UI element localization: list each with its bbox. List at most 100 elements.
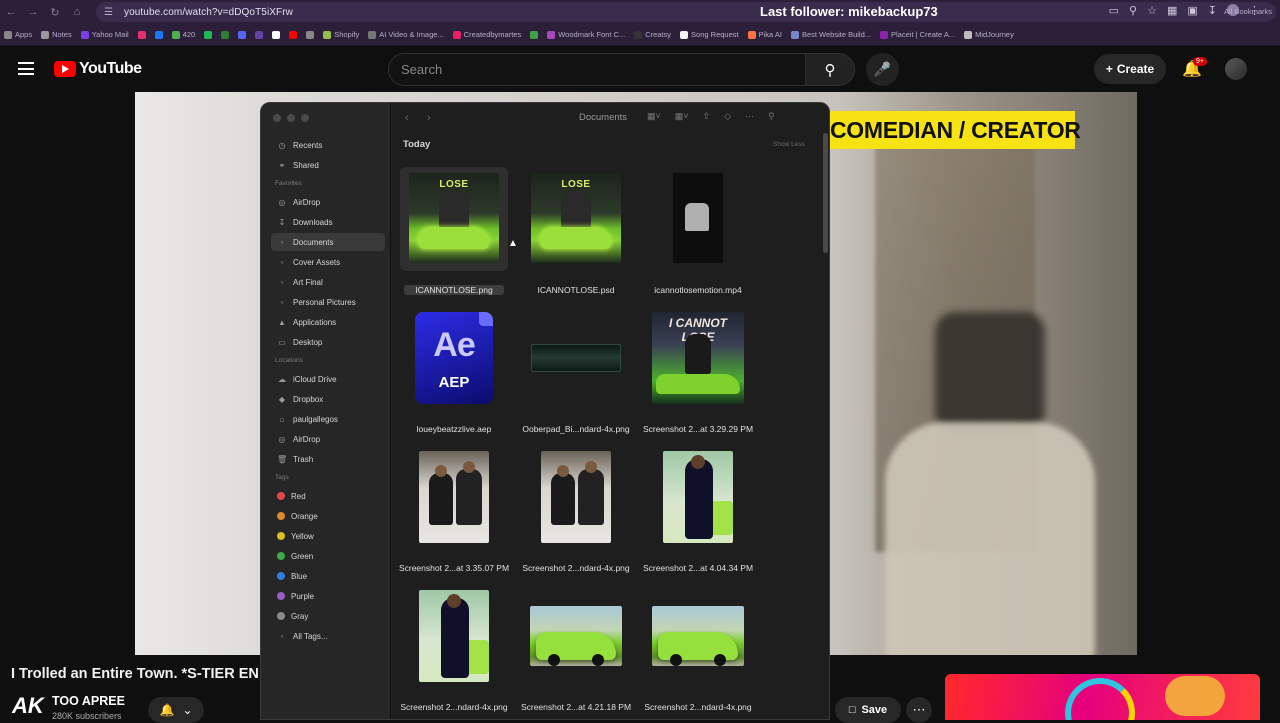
star-icon[interactable]: ☆: [1147, 4, 1157, 17]
sidebar-item-documents[interactable]: ▫ Documents: [271, 233, 385, 251]
tag-green[interactable]: Green: [271, 547, 385, 565]
menu-icon[interactable]: [18, 62, 34, 75]
more-actions-icon[interactable]: ⋯: [906, 697, 932, 723]
youtube-logo[interactable]: YouTube: [54, 60, 142, 78]
address-bar[interactable]: ☰ youtube.com/watch?v=dDQoT5iXFrw: [96, 2, 1276, 22]
bookmark-item[interactable]: 420: [171, 30, 195, 39]
create-button[interactable]: + Create: [1094, 54, 1166, 84]
sidebar-item-dropbox[interactable]: ◆ Dropbox: [271, 390, 385, 408]
sidebar-icon[interactable]: ▣: [1187, 4, 1197, 17]
share-icon[interactable]: ⇧: [703, 111, 711, 122]
file-item[interactable]: LOSE ICANNOTLOSE.psd: [516, 173, 636, 303]
view-grid-icon[interactable]: ▦˅: [647, 111, 661, 122]
microphone-icon[interactable]: 🎤: [866, 53, 899, 86]
download-icon[interactable]: ↧: [1208, 4, 1217, 17]
file-name[interactable]: ICANNOTLOSE.psd: [512, 285, 640, 295]
finder-back-icon[interactable]: ‹: [405, 112, 409, 124]
bookmark-item[interactable]: Shopify: [323, 30, 359, 39]
file-name[interactable]: Screenshot 2...at 4.04.34 PM: [634, 563, 762, 573]
sidebar-item-cover-assets[interactable]: ▫ Cover Assets: [271, 253, 385, 271]
site-info-icon[interactable]: ☰: [104, 7, 118, 18]
bookmark-item[interactable]: Woodmark Font C...: [547, 30, 625, 39]
file-item[interactable]: Screenshot 2...at 4.04.34 PM: [638, 451, 758, 581]
sidebar-item-airdrop[interactable]: ◎ AirDrop: [271, 430, 385, 448]
forward-arrow-icon[interactable]: →: [22, 1, 44, 23]
sidebar-item-shared[interactable]: ⚭ Shared: [271, 156, 385, 174]
promo-thumbnail[interactable]: [945, 674, 1260, 720]
bookmark-item[interactable]: [221, 30, 230, 39]
minimize-window-icon[interactable]: [287, 114, 295, 122]
bookmark-item[interactable]: [306, 30, 315, 39]
tag-red[interactable]: Red: [271, 487, 385, 505]
sidebar-item-recents[interactable]: ◷ Recents: [271, 136, 385, 154]
bookmark-item[interactable]: Creatsy: [634, 30, 671, 39]
zoom-window-icon[interactable]: [301, 114, 309, 122]
bookmark-item[interactable]: Best Website Build...: [790, 30, 871, 39]
file-item[interactable]: LOSE ICANNOTLOSE.png: [394, 167, 514, 303]
file-name[interactable]: Screenshot 2...at 4.21.18 PM: [512, 702, 640, 712]
file-name[interactable]: ICANNOTLOSE.png: [404, 285, 504, 295]
tag-yellow[interactable]: Yellow: [271, 527, 385, 545]
bookmark-item[interactable]: Song Request: [680, 30, 739, 39]
file-item[interactable]: icannotlosemotion.mp4: [638, 173, 758, 303]
tag-orange[interactable]: Orange: [271, 507, 385, 525]
extensions-icon[interactable]: ▦: [1167, 4, 1177, 17]
bookmark-item[interactable]: AI Video & Image...: [368, 30, 444, 39]
search-icon[interactable]: ⚲: [805, 53, 855, 86]
file-item[interactable]: Ooberpad_Bi...ndard-4x.png: [516, 312, 636, 442]
bookmark-item[interactable]: Pika AI: [747, 30, 782, 39]
file-name[interactable]: Screenshot 2...at 3.29.29 PM: [634, 424, 762, 434]
bookmark-item[interactable]: [137, 30, 146, 39]
sidebar-item-desktop[interactable]: ▭ Desktop: [271, 333, 385, 351]
file-item[interactable]: Screenshot 2...at 4.21.18 PM: [516, 590, 636, 719]
bookmark-item[interactable]: Apps: [4, 30, 32, 39]
tag-blue[interactable]: Blue: [271, 567, 385, 585]
url-text[interactable]: youtube.com/watch?v=dDQoT5iXFrw: [124, 7, 293, 18]
back-arrow-icon[interactable]: ←: [0, 1, 22, 23]
finder-search-icon[interactable]: ⚲: [768, 111, 775, 122]
tag-gray[interactable]: Gray: [271, 607, 385, 625]
zoom-icon[interactable]: ⚲: [1129, 4, 1137, 17]
channel-name[interactable]: TOO APREE: [52, 694, 125, 708]
show-less-link[interactable]: Show Less: [773, 141, 805, 148]
sidebar-item-personal-pictures[interactable]: ▫ Personal Pictures: [271, 293, 385, 311]
bookmark-item[interactable]: [154, 30, 163, 39]
bookmark-item[interactable]: [255, 30, 264, 39]
file-name[interactable]: Screenshot 2...ndard-4x.png: [634, 702, 762, 712]
more-options-icon[interactable]: ⋯: [745, 111, 754, 122]
search-input[interactable]: Search: [388, 53, 806, 86]
bookmark-item[interactable]: Createdbymartes: [452, 30, 521, 39]
file-name[interactable]: icannotlosemotion.mp4: [634, 285, 762, 295]
file-item[interactable]: I CANNOT LOSEScreenshot 2...at 3.29.29 P…: [638, 312, 758, 442]
file-item[interactable]: Screenshot 2...ndard-4x.png: [516, 451, 636, 581]
tag-purple[interactable]: Purple: [271, 587, 385, 605]
home-icon[interactable]: ⌂: [66, 1, 88, 23]
file-name[interactable]: Screenshot 2...at 3.35.07 PM: [390, 563, 518, 573]
all-bookmarks-link[interactable]: All Bookmarks: [1224, 7, 1272, 16]
install-icon[interactable]: ▭: [1109, 4, 1119, 17]
sidebar-item-applications[interactable]: ▲ Applications: [271, 313, 385, 331]
sidebar-item-art-final[interactable]: ▫ Art Final: [271, 273, 385, 291]
reload-icon[interactable]: ↻: [44, 1, 66, 23]
tag-icon[interactable]: ◇: [724, 111, 731, 122]
bookmark-item[interactable]: [204, 30, 213, 39]
file-name[interactable]: Screenshot 2...ndard-4x.png: [512, 563, 640, 573]
subscription-bell-button[interactable]: 🔔 ⌄: [148, 697, 204, 723]
bookmark-item[interactable]: Yahoo Mail: [80, 30, 129, 39]
bookmark-item[interactable]: Notes: [41, 30, 72, 39]
bookmark-item[interactable]: [289, 30, 298, 39]
bookmark-item[interactable]: MidJourney: [964, 30, 1014, 39]
file-item[interactable]: Screenshot 2...ndard-4x.png: [394, 590, 514, 719]
file-name[interactable]: loueybeatzzlive.aep: [390, 424, 518, 434]
sidebar-item-icloud-drive[interactable]: ☁ iCloud Drive: [271, 370, 385, 388]
scrollbar[interactable]: [823, 133, 828, 253]
file-item[interactable]: Screenshot 2...ndard-4x.png: [638, 590, 758, 719]
group-icon[interactable]: ▦˅: [675, 111, 689, 122]
file-item[interactable]: Screenshot 2...at 3.35.07 PM: [394, 451, 514, 581]
bookmark-item[interactable]: Placeit | Create A...: [880, 30, 955, 39]
bookmark-item[interactable]: [238, 30, 247, 39]
sidebar-item-airdrop[interactable]: ◎ AirDrop: [271, 193, 385, 211]
sidebar-item-downloads[interactable]: ↧ Downloads: [271, 213, 385, 231]
bookmark-item[interactable]: [530, 30, 539, 39]
file-name[interactable]: Screenshot 2...ndard-4x.png: [390, 702, 518, 712]
